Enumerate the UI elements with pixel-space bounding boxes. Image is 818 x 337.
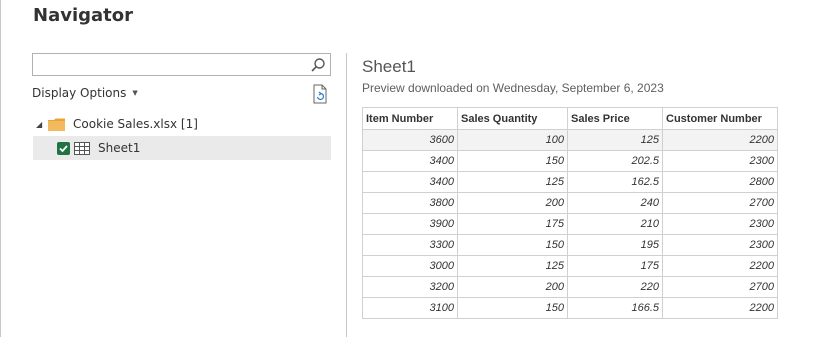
collapse-arrow-icon[interactable]: ◢ — [36, 120, 48, 129]
table-cell: 3400 — [362, 150, 458, 172]
table-cell: 3300 — [362, 234, 458, 256]
preview-subtitle: Preview downloaded on Wednesday, Septemb… — [362, 81, 664, 95]
table-cell: 195 — [567, 234, 663, 256]
column-header: Customer Number — [662, 107, 778, 130]
table-cell: 100 — [457, 129, 568, 151]
table-cell: 2200 — [662, 255, 778, 277]
table-row: 3100 150 166.5 2200 — [362, 297, 778, 319]
display-options-label: Display Options — [32, 86, 127, 100]
table-cell: 125 — [567, 129, 663, 151]
table-cell: 150 — [457, 234, 568, 256]
table-row: 3300 150 195 2300 — [362, 234, 778, 256]
table-cell: 3600 — [362, 129, 458, 151]
column-header: Item Number — [362, 107, 458, 130]
folder-icon — [48, 118, 65, 131]
column-header: Sales Price — [567, 107, 663, 130]
table-cell: 200 — [457, 276, 568, 298]
table-cell: 2200 — [662, 297, 778, 319]
table-cell: 210 — [567, 213, 663, 235]
workbook-label: Cookie Sales.xlsx [1] — [73, 117, 198, 131]
display-options-dropdown[interactable]: Display Options ▼ — [32, 86, 138, 100]
preview-table: Item Number Sales Quantity Sales Price C… — [362, 107, 778, 319]
pane-divider[interactable] — [346, 53, 347, 337]
table-cell: 162.5 — [567, 171, 663, 193]
table-row: 3400 150 202.5 2300 — [362, 150, 778, 172]
table-cell: 2300 — [662, 150, 778, 172]
tree-item-workbook[interactable]: ◢ Cookie Sales.xlsx [1] — [36, 115, 198, 133]
table-cell: 125 — [457, 255, 568, 277]
search-input[interactable] — [32, 53, 331, 76]
dialog-title: Navigator — [33, 5, 133, 26]
table-cell: 2300 — [662, 234, 778, 256]
table-cell: 2700 — [662, 192, 778, 214]
table-cell: 166.5 — [567, 297, 663, 319]
table-cell: 125 — [457, 171, 568, 193]
table-header-row: Item Number Sales Quantity Sales Price C… — [362, 107, 778, 130]
table-row: 3200 200 220 2700 — [362, 276, 778, 298]
chevron-down-icon: ▼ — [132, 89, 138, 97]
table-row: 3900 175 210 2300 — [362, 213, 778, 235]
table-cell: 3900 — [362, 213, 458, 235]
checkbox-checked-icon[interactable] — [57, 141, 70, 155]
table-cell: 2800 — [662, 171, 778, 193]
table-cell: 200 — [457, 192, 568, 214]
table-cell: 2200 — [662, 129, 778, 151]
table-cell: 150 — [457, 297, 568, 319]
table-row: 3600 100 125 2200 — [362, 129, 778, 151]
table-row: 3800 200 240 2700 — [362, 192, 778, 214]
search-icon[interactable] — [309, 56, 327, 74]
table-cell: 2300 — [662, 213, 778, 235]
table-cell: 175 — [457, 213, 568, 235]
table-cell: 3000 — [362, 255, 458, 277]
table-cell: 175 — [567, 255, 663, 277]
table-cell: 202.5 — [567, 150, 663, 172]
sheet-label: Sheet1 — [98, 141, 141, 155]
table-cell: 3200 — [362, 276, 458, 298]
column-header: Sales Quantity — [457, 107, 568, 130]
preview-title: Sheet1 — [362, 57, 416, 76]
table-row: 3400 125 162.5 2800 — [362, 171, 778, 193]
window-left-border — [0, 0, 1, 337]
table-icon — [74, 141, 90, 155]
tree-item-sheet1[interactable]: Sheet1 — [33, 136, 331, 160]
table-cell: 240 — [567, 192, 663, 214]
table-cell: 150 — [457, 150, 568, 172]
table-cell: 3400 — [362, 171, 458, 193]
table-cell: 3100 — [362, 297, 458, 319]
table-cell: 2700 — [662, 276, 778, 298]
table-cell: 220 — [567, 276, 663, 298]
table-cell: 3800 — [362, 192, 458, 214]
table-row: 3000 125 175 2200 — [362, 255, 778, 277]
refresh-icon[interactable] — [311, 84, 329, 104]
